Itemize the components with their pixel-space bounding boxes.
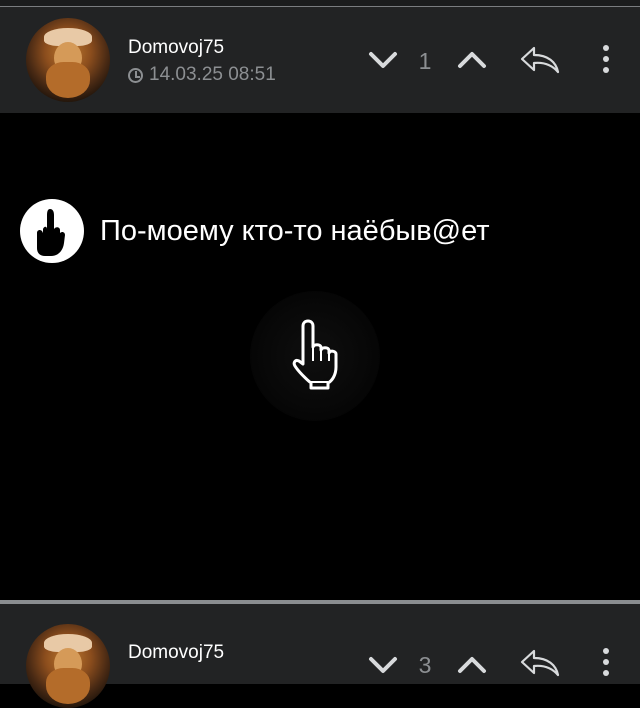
vote-up-button[interactable]	[455, 648, 489, 682]
author-name[interactable]: Domovoj75	[128, 642, 224, 664]
more-options-button[interactable]	[597, 43, 615, 77]
more-vertical-icon	[603, 648, 609, 676]
timestamp-text: 14.03.25 08:51	[149, 64, 276, 85]
middle-finger-icon	[20, 199, 84, 263]
post-timestamp: 14.03.25 08:51	[128, 64, 276, 86]
author-name[interactable]: Domovoj75	[128, 37, 224, 59]
clock-icon	[128, 67, 143, 83]
more-options-button[interactable]	[597, 646, 615, 680]
chevron-up-icon	[458, 52, 486, 68]
post-content: По-моему кто-то наёбыв@ет	[0, 113, 640, 600]
vote-count: 1	[418, 48, 432, 74]
chevron-up-icon	[458, 657, 486, 673]
more-vertical-icon	[603, 45, 609, 73]
vote-up-button[interactable]	[455, 43, 489, 77]
vote-down-button[interactable]	[366, 648, 400, 682]
reply-arrow-icon	[520, 649, 560, 677]
avatar[interactable]	[26, 18, 110, 102]
media-tap-area[interactable]	[250, 291, 380, 421]
top-divider	[0, 0, 640, 7]
pointing-hand-icon	[292, 319, 338, 390]
message-row: По-моему кто-то наёбыв@ет	[20, 199, 490, 263]
vote-count: 3	[418, 652, 432, 678]
post-header: Domovoj75 3	[0, 600, 640, 708]
message-text: По-моему кто-то наёбыв@ет	[100, 214, 490, 247]
reply-button[interactable]	[518, 43, 562, 77]
vote-down-button[interactable]	[366, 43, 400, 77]
avatar[interactable]	[26, 624, 110, 708]
reply-button[interactable]	[518, 646, 562, 680]
chevron-down-icon	[369, 52, 397, 68]
chevron-down-icon	[369, 657, 397, 673]
reply-arrow-icon	[520, 46, 560, 74]
post-header: Domovoj75 14.03.25 08:51 1	[0, 7, 640, 113]
